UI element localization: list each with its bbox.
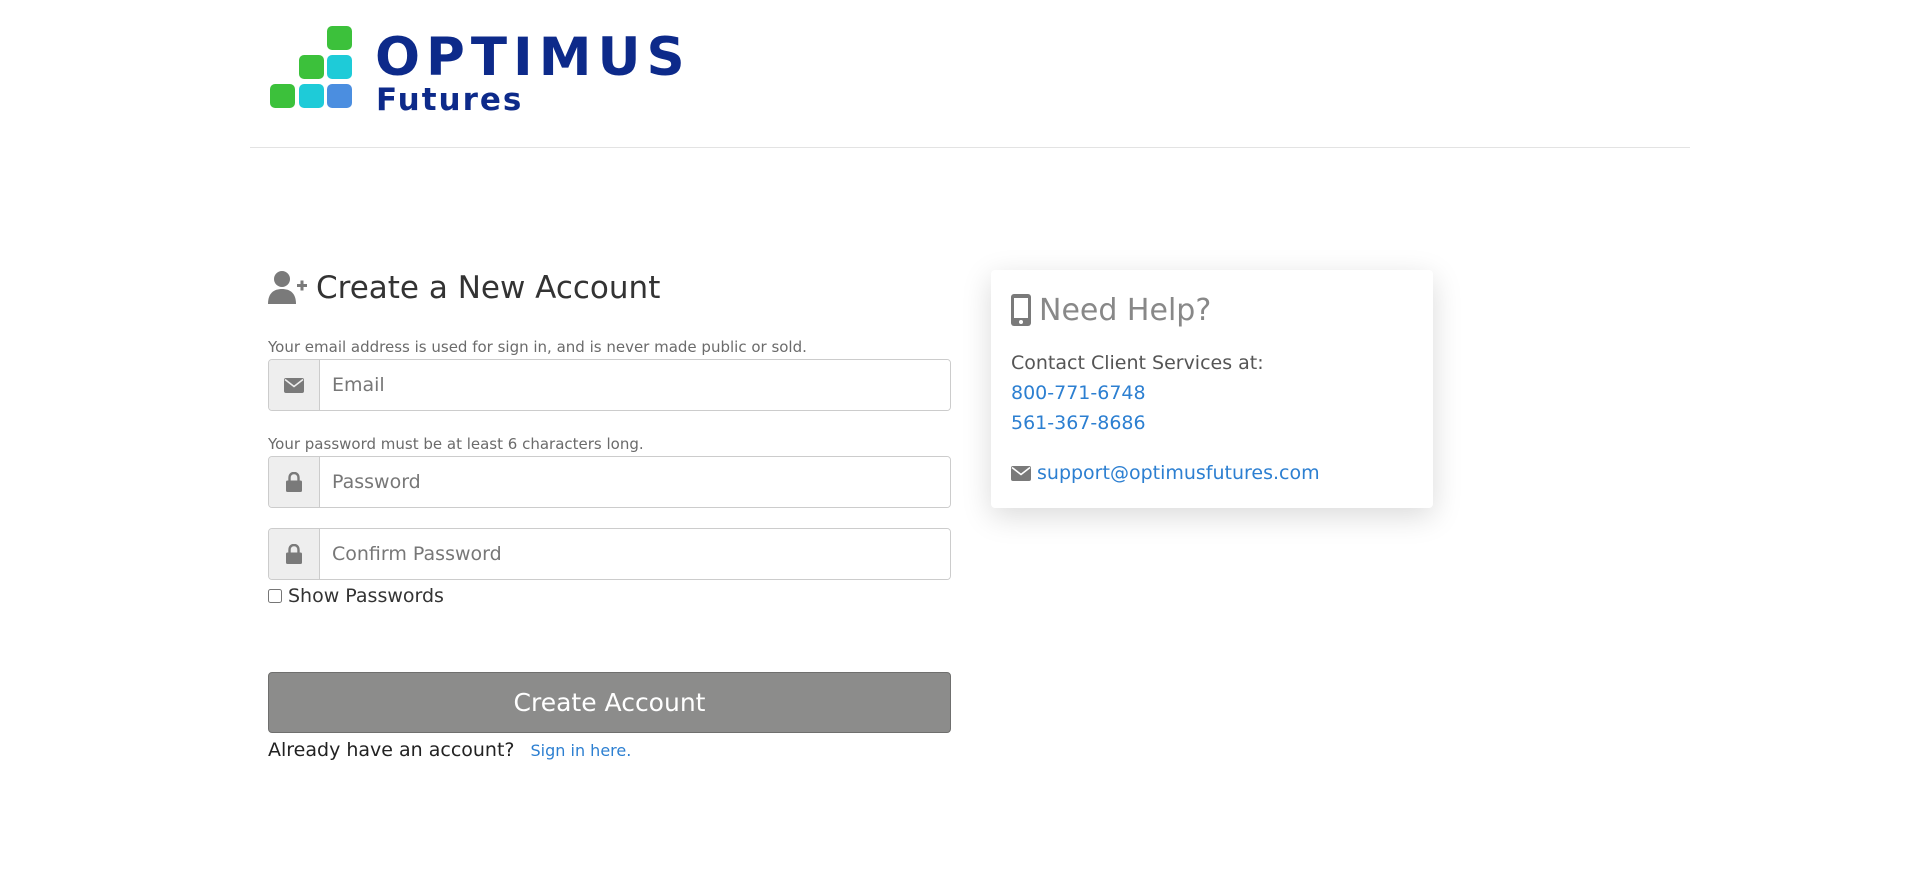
email-input[interactable]: [320, 360, 950, 410]
password-addon: [269, 457, 320, 507]
email-addon: [269, 360, 320, 410]
create-account-button[interactable]: Create Account: [268, 672, 951, 733]
email-input-group: [268, 359, 951, 411]
envelope-icon: [284, 377, 304, 393]
password-input-group: [268, 456, 951, 508]
help-heading: Need Help?: [1011, 290, 1413, 330]
sign-in-link[interactable]: Sign in here.: [531, 741, 632, 760]
logo-word-optimus: OPTIMUS: [375, 27, 691, 88]
support-email-link[interactable]: support@optimusfutures.com: [1037, 458, 1320, 488]
password-input[interactable]: [320, 457, 950, 507]
lock-icon: [286, 472, 302, 492]
logo-squares-icon: [270, 26, 352, 108]
user-plus-icon: [268, 271, 307, 304]
form-heading: Create a New Account: [268, 266, 951, 310]
already-have-account-text: Already have an account?: [268, 739, 515, 761]
show-passwords-checkbox[interactable]: [268, 589, 282, 603]
need-help-card: Need Help? Contact Client Services at: 8…: [991, 270, 1433, 508]
envelope-icon: [1011, 465, 1031, 481]
optimus-futures-logo[interactable]: OPTIMUS Futures: [268, 24, 685, 118]
confirm-password-input-group: [268, 528, 951, 580]
confirm-password-input[interactable]: [320, 529, 950, 579]
form-title: Create a New Account: [316, 270, 661, 306]
create-account-form: Create a New Account Your email address …: [268, 266, 951, 761]
contact-label: Contact Client Services at:: [1011, 352, 1264, 374]
sign-in-row: Already have an account? Sign in here.: [268, 739, 951, 761]
site-header: OPTIMUS Futures: [250, 0, 1690, 148]
support-email-line: support@optimusfutures.com: [1011, 458, 1413, 488]
show-passwords-toggle[interactable]: Show Passwords: [268, 584, 951, 608]
confirm-password-addon: [269, 529, 320, 579]
password-help-text: Your password must be at least 6 charact…: [268, 435, 644, 453]
phone-link-2[interactable]: 561-367-8686: [1011, 408, 1413, 438]
mobile-phone-icon: [1011, 294, 1031, 326]
show-passwords-label: Show Passwords: [288, 585, 444, 607]
email-help-text: Your email address is used for sign in, …: [268, 338, 807, 356]
logo-word-futures: Futures: [376, 82, 524, 118]
help-title: Need Help?: [1039, 292, 1212, 328]
phone-link-1[interactable]: 800-771-6748: [1011, 378, 1413, 408]
lock-icon: [286, 544, 302, 564]
page: OPTIMUS Futures Create a New Account You…: [0, 0, 1920, 889]
